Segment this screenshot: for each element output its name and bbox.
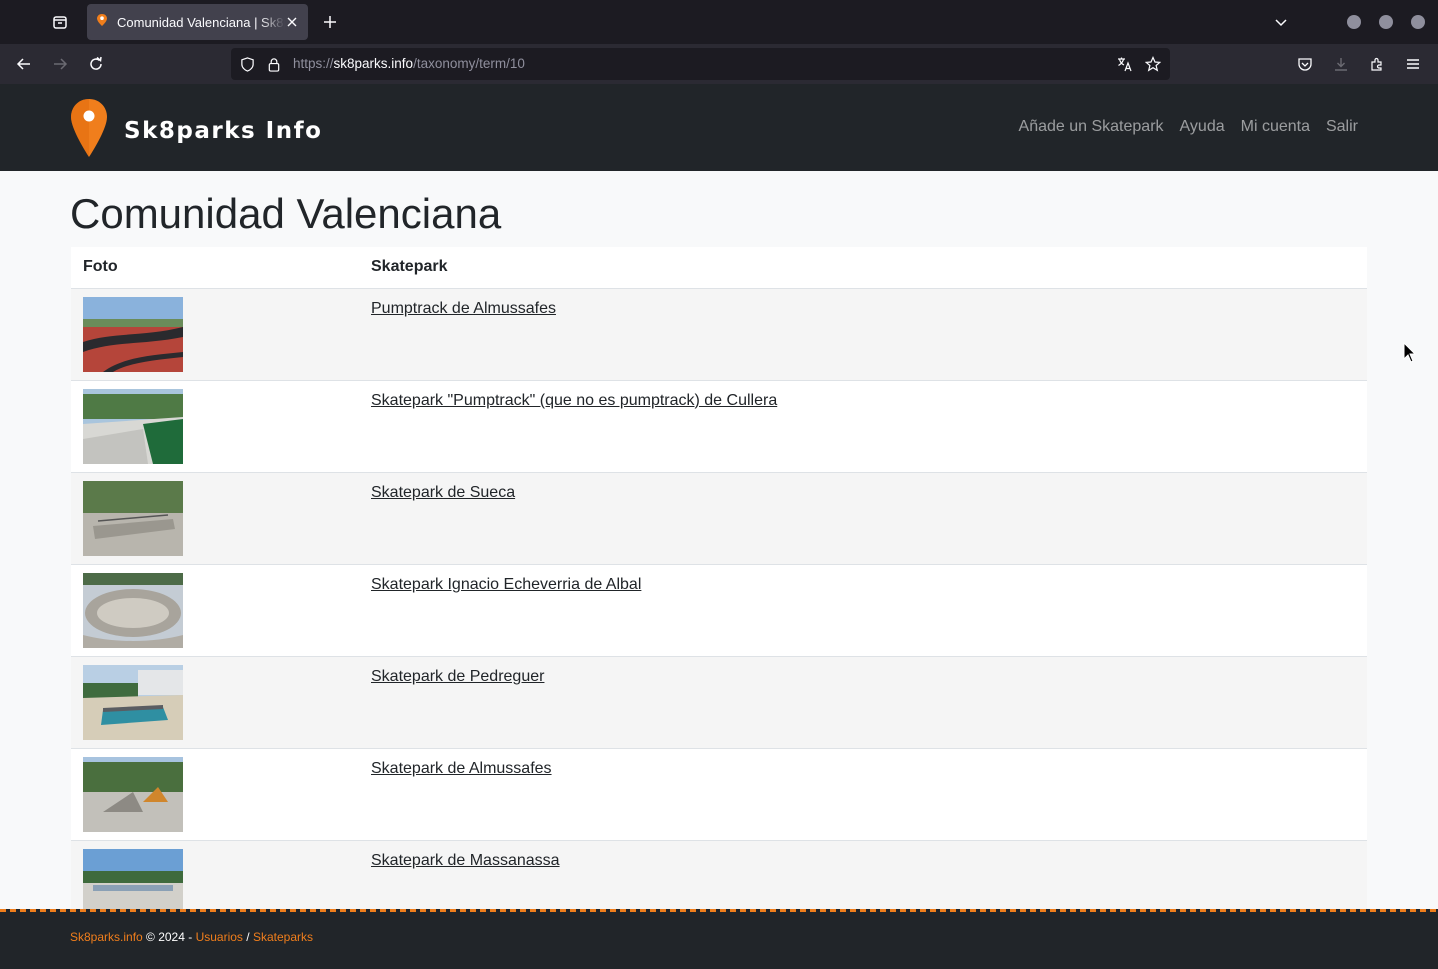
close-tab-icon[interactable]	[284, 14, 300, 30]
table-header-row: Foto Skatepark	[71, 247, 1367, 289]
browser-nav-bar: https://sk8parks.info/taxonomy/term/10	[0, 44, 1438, 84]
table-row: Skatepark de Sueca	[71, 472, 1367, 565]
main-nav: Añade un Skatepark Ayuda Mi cuenta Salir	[1003, 118, 1358, 136]
skatepark-link[interactable]: Skatepark de Pedreguer	[371, 668, 544, 685]
skatepark-thumbnail[interactable]	[83, 664, 183, 740]
active-tab[interactable]: Comunidad Valenciana | Sk8parks Info	[87, 4, 308, 40]
skatepark-thumbnail[interactable]	[83, 480, 183, 556]
name-cell: Skatepark de Sueca	[359, 472, 1367, 565]
brand-name: Sk8parks Info	[124, 117, 323, 144]
lock-icon[interactable]	[266, 56, 282, 72]
table-row: Pumptrack de Almussafes	[71, 288, 1367, 381]
skatepark-link[interactable]: Skatepark de Massanassa	[371, 852, 560, 869]
footer-divider	[0, 909, 1438, 912]
site-header: Sk8parks Info Añade un Skatepark Ayuda M…	[0, 84, 1438, 171]
skatepark-thumbnail[interactable]	[83, 572, 183, 648]
skatepark-link[interactable]: Skatepark "Pumptrack" (que no es pumptra…	[371, 392, 777, 409]
site-footer: Sk8parks.info © 2024 - Usuarios / Skatep…	[0, 909, 1438, 969]
table-row: Skatepark "Pumptrack" (que no es pumptra…	[71, 380, 1367, 473]
forward-icon[interactable]	[46, 50, 74, 78]
list-all-tabs-icon[interactable]	[1267, 8, 1295, 36]
back-icon[interactable]	[10, 50, 38, 78]
photo-cell	[71, 564, 359, 657]
page-title: Comunidad Valenciana	[70, 190, 502, 237]
skatepark-thumbnail[interactable]	[83, 388, 183, 464]
translate-icon[interactable]	[1117, 56, 1133, 72]
photo-cell	[71, 656, 359, 749]
new-tab-icon[interactable]	[316, 8, 344, 36]
table-row: Skatepark Ignacio Echeverria de Albal	[71, 564, 1367, 657]
photo-cell	[71, 472, 359, 565]
bookmark-star-icon[interactable]	[1145, 56, 1161, 72]
name-cell: Pumptrack de Almussafes	[359, 288, 1367, 381]
firefox-view-icon[interactable]	[46, 8, 74, 36]
minimize-window-button[interactable]	[1347, 15, 1361, 29]
reload-icon[interactable]	[82, 50, 110, 78]
skatepark-link[interactable]: Skatepark Ignacio Echeverria de Albal	[371, 576, 641, 593]
photo-cell	[71, 748, 359, 841]
skatepark-link[interactable]: Skatepark de Almussafes	[371, 760, 552, 777]
nav-logout[interactable]: Salir	[1326, 118, 1358, 136]
close-window-button[interactable]	[1411, 15, 1425, 29]
footer-site-link[interactable]: Sk8parks.info	[70, 930, 143, 944]
tab-title: Comunidad Valenciana | Sk8parks Info	[117, 14, 285, 30]
app-menu-icon[interactable]	[1399, 50, 1427, 78]
skatepark-thumbnail[interactable]	[83, 756, 183, 832]
map-pin-logo-icon	[70, 98, 108, 163]
extensions-icon[interactable]	[1363, 50, 1391, 78]
nav-my-account[interactable]: Mi cuenta	[1241, 118, 1310, 136]
photo-cell	[71, 288, 359, 381]
maximize-window-button[interactable]	[1379, 15, 1393, 29]
mouse-pointer-icon	[1403, 341, 1417, 369]
name-cell: Skatepark Ignacio Echeverria de Albal	[359, 564, 1367, 657]
table-row: Skatepark de Pedreguer	[71, 656, 1367, 749]
tracking-protection-shield-icon[interactable]	[239, 56, 255, 72]
skatepark-table: Foto Skatepark Pumptrack de Almussafes S…	[71, 247, 1367, 933]
brand-link[interactable]: Sk8parks Info	[70, 98, 322, 163]
nav-help[interactable]: Ayuda	[1180, 118, 1225, 136]
web-page: Sk8parks Info Añade un Skatepark Ayuda M…	[0, 84, 1438, 969]
browser-tab-bar: Comunidad Valenciana | Sk8parks Info	[0, 0, 1438, 44]
skatepark-link[interactable]: Pumptrack de Almussafes	[371, 300, 556, 317]
name-cell: Skatepark de Almussafes	[359, 748, 1367, 841]
skatepark-link[interactable]: Skatepark de Sueca	[371, 484, 515, 501]
url-bar[interactable]: https://sk8parks.info/taxonomy/term/10	[231, 48, 1170, 80]
footer-users-link[interactable]: Usuarios	[196, 930, 243, 944]
pocket-icon[interactable]	[1291, 50, 1319, 78]
column-header-photo: Foto	[71, 247, 359, 289]
tab-favicon-icon	[95, 13, 109, 32]
photo-cell	[71, 380, 359, 473]
url-text[interactable]: https://sk8parks.info/taxonomy/term/10	[293, 56, 525, 71]
name-cell: Skatepark de Pedreguer	[359, 656, 1367, 749]
name-cell: Skatepark "Pumptrack" (que no es pumptra…	[359, 380, 1367, 473]
nav-add-skatepark[interactable]: Añade un Skatepark	[1019, 118, 1164, 136]
table-row: Skatepark de Almussafes	[71, 748, 1367, 841]
footer-text: Sk8parks.info © 2024 - Usuarios / Skatep…	[70, 930, 313, 944]
footer-skateparks-link[interactable]: Skateparks	[253, 930, 313, 944]
downloads-icon[interactable]	[1327, 50, 1355, 78]
column-header-skatepark: Skatepark	[359, 247, 1367, 289]
skatepark-thumbnail[interactable]	[83, 296, 183, 372]
